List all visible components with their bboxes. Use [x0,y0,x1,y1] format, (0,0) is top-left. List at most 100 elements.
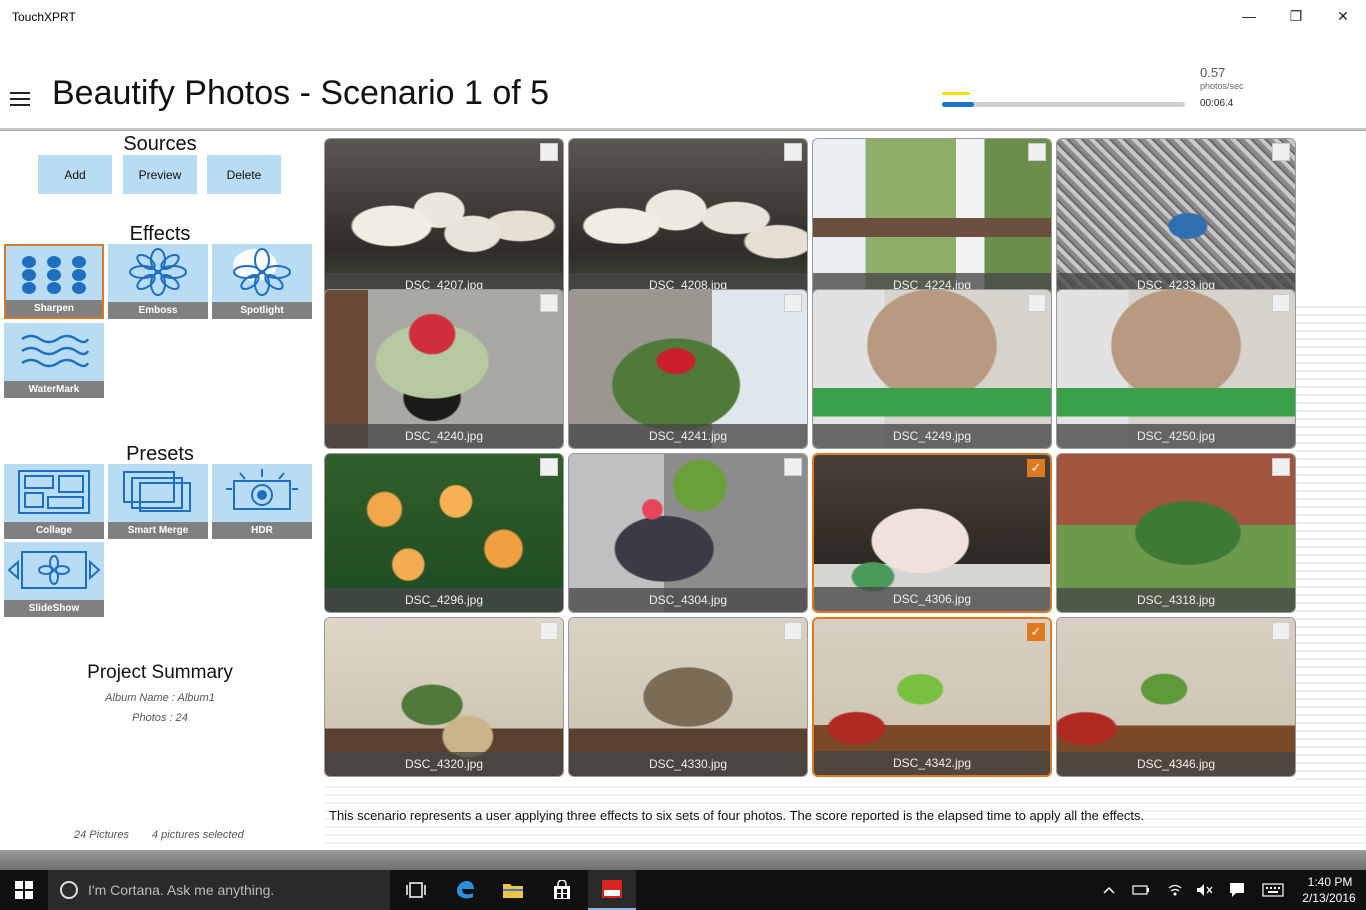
task-view-icon[interactable] [392,870,440,910]
photo-tile[interactable]: DSC_4296.jpg [324,453,564,613]
photo-caption: DSC_4250.jpg [1057,424,1295,448]
close-button[interactable]: ✕ [1320,0,1366,32]
cortana-search-box[interactable]: I'm Cortana. Ask me anything. [48,870,390,910]
photo-checkbox[interactable] [784,458,802,476]
effect-label: WaterMark [4,381,104,398]
taskbar: I'm Cortana. Ask me anything. [0,870,1366,910]
checkmark-icon[interactable]: ✓ [1027,459,1045,477]
photo-checkbox[interactable] [540,622,558,640]
touchxprt-window: TouchXPRT — ❐ ✕ Beautify Photos - Scenar… [0,0,1366,910]
page-title: Beautify Photos - Scenario 1 of 5 [52,74,550,112]
photo-grid: DSC_4207.jpg DSC_4208.jpg DSC_4224.jpg D… [324,138,1298,778]
preset-label: HDR [212,522,312,539]
notifications-icon[interactable] [1226,870,1248,910]
minimize-button[interactable]: — [1226,0,1272,32]
battery-icon[interactable] [1130,870,1152,910]
add-button[interactable]: Add [38,155,112,194]
sharpen-icon [6,246,102,302]
photo-tile[interactable]: DSC_4346.jpg [1056,617,1296,777]
photo-tile[interactable]: DSC_4330.jpg [568,617,808,777]
edge-browser-icon[interactable] [441,870,489,910]
clock-time[interactable]: 1:40 PM [1300,875,1360,889]
hamburger-menu-icon[interactable] [10,92,30,106]
background-stripes [1296,300,1366,850]
photo-caption: DSC_4342.jpg [814,751,1050,775]
photo-tile[interactable]: DSC_4318.jpg [1056,453,1296,613]
photo-checkbox[interactable] [784,143,802,161]
photo-tile[interactable]: DSC_4207.jpg [324,138,564,298]
photo-caption: DSC_4240.jpg [325,424,563,448]
project-summary-title: Project Summary [87,662,233,683]
windows-start-icon[interactable] [0,870,48,910]
photo-caption: DSC_4249.jpg [813,424,1051,448]
photo-tile[interactable]: DSC_4240.jpg [324,289,564,449]
volume-muted-icon[interactable] [1194,870,1216,910]
rate-value: 0.57 [1200,65,1226,80]
photo-tile[interactable]: DSC_4233.jpg [1056,138,1296,298]
photo-tile[interactable]: DSC_4224.jpg [812,138,1052,298]
photo-count: Photos : 24 [132,712,188,724]
photo-tile[interactable]: DSC_4304.jpg [568,453,808,613]
photo-checkbox[interactable] [1272,143,1290,161]
smart-merge-icon [108,464,208,520]
photo-tile[interactable]: DSC_4250.jpg [1056,289,1296,449]
preset-collage-tile[interactable]: Collage [4,464,104,539]
cortana-icon [60,881,78,899]
photo-checkbox[interactable] [1272,294,1290,312]
progress-bar [942,102,1185,107]
photo-checkbox[interactable] [540,294,558,312]
photo-caption: DSC_4296.jpg [325,588,563,612]
clock-date[interactable]: 2/13/2016 [1296,891,1362,905]
progress-accent [942,92,970,95]
emboss-icon [108,244,208,300]
photo-caption: DSC_4304.jpg [569,588,807,612]
effect-spotlight-tile[interactable]: Spotlight [212,244,312,319]
effect-emboss-tile[interactable]: Emboss [108,244,208,319]
photo-checkbox[interactable] [540,458,558,476]
preview-button[interactable]: Preview [123,155,197,194]
photo-tile[interactable]: DSC_4320.jpg [324,617,564,777]
effect-sharpen-tile[interactable]: Sharpen [4,244,104,319]
delete-button[interactable]: Delete [207,155,281,194]
photo-tile[interactable]: ✓ DSC_4342.jpg [812,617,1052,777]
show-hidden-icons-icon[interactable] [1098,870,1120,910]
photo-caption: DSC_4346.jpg [1057,752,1295,776]
progress-bar-fill [942,102,974,107]
slideshow-icon [4,542,104,598]
photo-tile[interactable]: ✓ DSC_4306.jpg [812,453,1052,613]
selected-count: 4 pictures selected [152,829,244,841]
photo-checkbox[interactable] [540,143,558,161]
effect-watermark-tile[interactable]: WaterMark [4,323,104,398]
app-title: TouchXPRT [12,10,76,24]
preset-smart-merge-tile[interactable]: Smart Merge [108,464,208,539]
photo-checkbox[interactable] [1028,294,1046,312]
hdr-icon [212,464,312,520]
preset-label: SlideShow [4,600,104,617]
effect-label: Emboss [108,302,208,319]
preset-slideshow-tile[interactable]: SlideShow [4,542,104,617]
file-explorer-icon[interactable] [489,870,537,910]
wifi-icon[interactable] [1164,870,1186,910]
touchxprt-app-icon[interactable] [588,870,636,910]
preset-hdr-tile[interactable]: HDR [212,464,312,539]
rate-unit: photos/sec [1200,81,1244,91]
photo-tile[interactable]: DSC_4249.jpg [812,289,1052,449]
store-icon[interactable] [538,870,586,910]
effect-label: Spotlight [212,302,312,319]
photo-checkbox[interactable] [1028,143,1046,161]
maximize-button[interactable]: ❐ [1273,0,1319,32]
pictures-count: 24 Pictures [74,829,130,841]
photo-checkbox[interactable] [784,294,802,312]
watermark-icon [4,323,104,379]
photo-checkbox[interactable] [1272,458,1290,476]
photo-tile[interactable]: DSC_4241.jpg [568,289,808,449]
status-strip [0,850,1366,870]
checkmark-icon[interactable]: ✓ [1027,623,1045,641]
effects-title: Effects [129,223,191,245]
photo-checkbox[interactable] [784,622,802,640]
album-name: Album Name : Album1 [105,692,215,704]
photo-tile[interactable]: DSC_4208.jpg [568,138,808,298]
photo-checkbox[interactable] [1272,622,1290,640]
effect-label: Sharpen [6,300,102,317]
keyboard-icon[interactable] [1260,870,1286,910]
